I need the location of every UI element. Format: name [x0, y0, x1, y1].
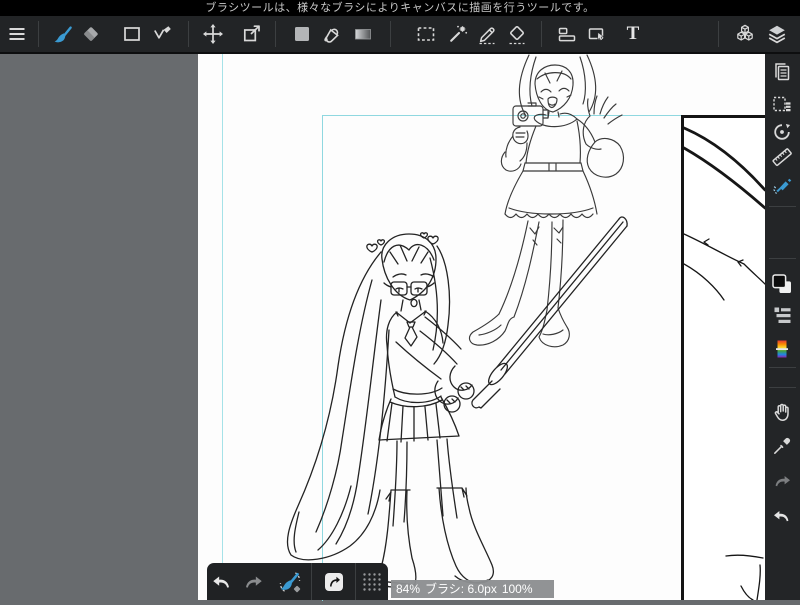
marquee-icon — [417, 27, 435, 41]
selection-menu-button[interactable] — [769, 91, 795, 117]
toolbar-divider — [390, 21, 391, 47]
color-square-icon — [295, 27, 309, 41]
sidebar-divider — [769, 367, 796, 368]
rotate-icon — [774, 124, 791, 140]
select-pen-icon — [479, 27, 495, 45]
layer-list-icon — [774, 307, 791, 323]
select-pen-button[interactable] — [473, 16, 501, 52]
operation-select-button[interactable] — [583, 16, 611, 52]
gradient-icon — [355, 29, 371, 40]
right-sidebar — [765, 54, 800, 600]
polyline-tool-button[interactable] — [149, 16, 177, 52]
toolbar-divider — [188, 21, 189, 47]
shape-tool-button[interactable] — [118, 16, 146, 52]
layers-icon — [768, 25, 786, 44]
move-tool-button[interactable] — [199, 16, 227, 52]
brush-icon — [54, 26, 72, 43]
select-tool-button[interactable] — [412, 16, 440, 52]
undo-button[interactable] — [207, 563, 237, 600]
pages-icon — [775, 63, 790, 81]
main-toolbar: T — [0, 16, 800, 54]
select-eraser-button[interactable] — [503, 16, 531, 52]
material-button[interactable] — [731, 16, 759, 52]
transform-badge-icon — [324, 572, 343, 591]
redo-button[interactable] — [769, 468, 795, 494]
menu-button[interactable] — [3, 16, 31, 52]
layer-list-button[interactable] — [769, 301, 795, 327]
menu-icon — [9, 28, 25, 40]
redo-icon — [775, 476, 790, 487]
hand-tool-button[interactable] — [769, 399, 795, 425]
canvas-artwork[interactable] — [198, 54, 765, 600]
bottom-toolbar — [207, 563, 388, 600]
transform-tool-button[interactable] — [238, 16, 266, 52]
artwork-sword — [471, 216, 628, 409]
cursor-select-icon — [588, 28, 605, 41]
reference-artwork — [682, 126, 767, 601]
undo-icon — [774, 511, 789, 522]
fg-bg-color-swatch[interactable] — [769, 271, 795, 297]
layers-button[interactable] — [763, 16, 791, 52]
brush-panel-button[interactable] — [769, 173, 795, 199]
text-icon: T — [626, 23, 640, 44]
brush-tool-button[interactable] — [49, 16, 77, 52]
transform-icon — [243, 25, 260, 42]
artwork-front-character — [286, 232, 495, 588]
sidebar-divider — [769, 206, 796, 207]
ruler-icon — [772, 148, 792, 167]
panel-divide-button[interactable] — [553, 16, 581, 52]
rectangle-icon — [124, 27, 140, 41]
status-opacity: 100% — [501, 582, 533, 596]
status-zoom: 84% — [396, 582, 421, 596]
paint-bucket-icon — [324, 28, 339, 43]
status-bar: 84% ブラシ: 6.0px 100% — [391, 580, 554, 598]
sidebar-divider — [769, 387, 796, 388]
fg-bg-swatch-icon — [772, 274, 791, 293]
cubes-icon — [737, 24, 753, 41]
palette-icon — [776, 340, 788, 358]
hand-icon — [774, 403, 789, 421]
redo-button[interactable] — [237, 563, 269, 600]
rotate-view-button[interactable] — [769, 119, 795, 145]
undo-button[interactable] — [769, 503, 795, 529]
artwork-back-character — [468, 54, 625, 348]
brush-eraser-toggle[interactable] — [269, 563, 311, 600]
undo-icon — [213, 576, 229, 588]
eraser-icon — [84, 27, 98, 41]
fill-tool-button[interactable] — [319, 16, 347, 52]
toolbar-drag-handle[interactable] — [356, 563, 388, 600]
selection-list-icon — [773, 96, 791, 112]
sidebar-divider — [769, 258, 796, 259]
tooltip-banner: ブラシツールは、様々なブラシによりキャンバスに描画を行うツールです。 — [0, 0, 800, 16]
dots-grid-icon — [363, 572, 381, 591]
panel-layout-icon — [558, 27, 576, 42]
airbrush-icon — [773, 178, 792, 194]
draw-color-button[interactable] — [288, 16, 316, 52]
move-arrows-icon — [203, 24, 223, 44]
magic-wand-icon — [450, 25, 468, 42]
brush-swap-icon — [279, 571, 301, 592]
color-palette-button[interactable] — [769, 336, 795, 362]
gradient-tool-button[interactable] — [349, 16, 377, 52]
quick-transform-button[interactable] — [312, 563, 355, 600]
toolbar-divider — [38, 21, 39, 47]
eyedropper-button[interactable] — [769, 433, 795, 459]
toolbar-divider — [718, 21, 719, 47]
redo-icon — [246, 576, 262, 588]
eyedropper-icon — [774, 437, 791, 454]
magic-wand-button[interactable] — [444, 16, 472, 52]
ruler-button[interactable] — [769, 144, 795, 170]
reference-panel[interactable] — [681, 115, 767, 601]
text-tool-button[interactable]: T — [619, 16, 647, 52]
eraser-tool-button[interactable] — [77, 16, 105, 52]
toolbar-divider — [275, 21, 276, 47]
select-eraser-icon — [509, 25, 525, 45]
script-pages-button[interactable] — [769, 58, 795, 84]
toolbar-divider — [541, 21, 542, 47]
status-brush: ブラシ: 6.0px — [425, 582, 497, 596]
polyline-icon — [154, 26, 171, 39]
